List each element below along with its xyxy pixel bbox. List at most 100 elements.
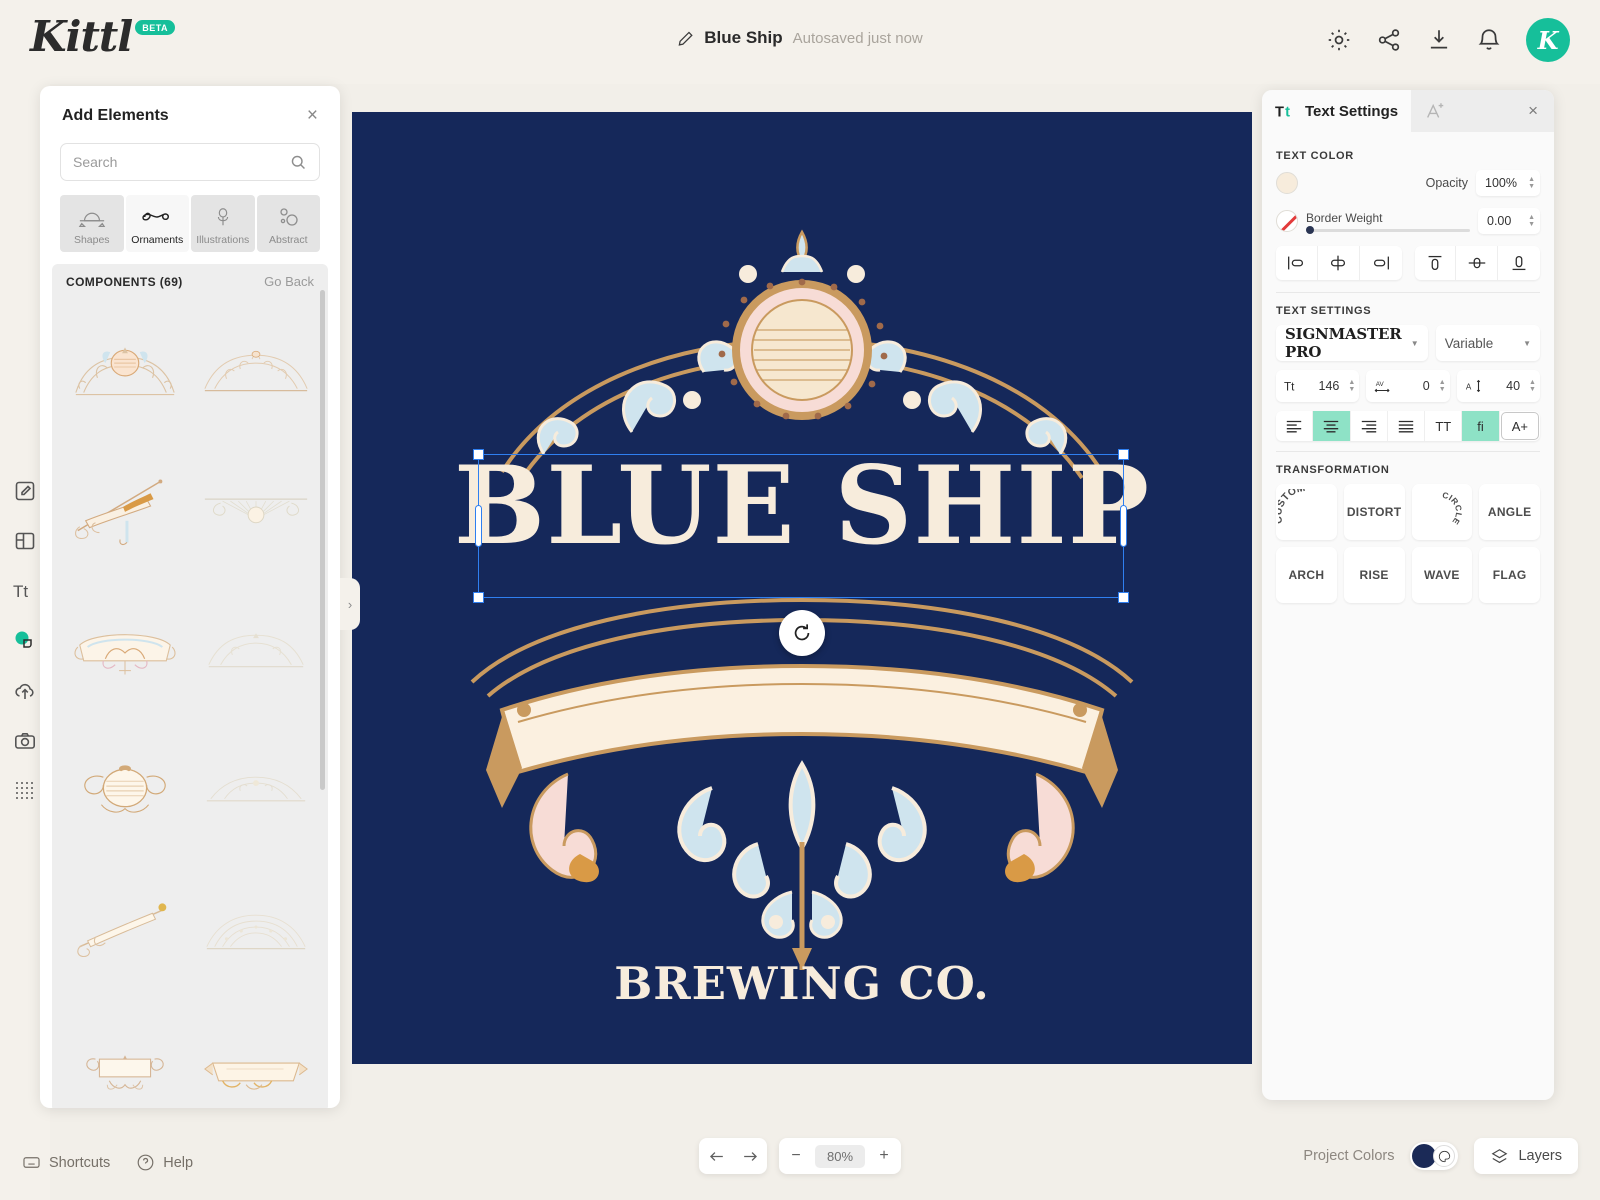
list-item[interactable] xyxy=(193,581,318,715)
letter-spacing-stepper[interactable]: ▲ ▼ xyxy=(1439,379,1446,393)
list-item[interactable] xyxy=(62,1001,187,1108)
font-variant-dropdown[interactable]: Variable ▼ xyxy=(1435,325,1540,361)
border-weight-stepper[interactable]: ▲ ▼ xyxy=(1528,214,1535,228)
circle-text-icon: CIRCLE xyxy=(1441,490,1463,527)
download-icon[interactable] xyxy=(1426,27,1452,53)
zoom-in-button[interactable]: + xyxy=(867,1138,901,1174)
font-size-field[interactable]: Tt 146 ▲ ▼ xyxy=(1276,370,1360,402)
text-align-center-button[interactable] xyxy=(1313,411,1351,441)
help-label: Help xyxy=(163,1154,194,1171)
search-icon xyxy=(291,155,305,169)
tab-shapes[interactable]: Shapes xyxy=(60,195,124,252)
text-align-left-button[interactable] xyxy=(1276,411,1314,441)
list-item[interactable] xyxy=(193,301,318,435)
rotate-handle[interactable] xyxy=(779,610,825,656)
align-v-middle-icon[interactable] xyxy=(1456,246,1499,280)
shortcuts-label: Shortcuts xyxy=(49,1154,111,1171)
tab-text-effects[interactable] xyxy=(1411,90,1460,132)
go-back-link[interactable]: Go Back xyxy=(264,274,314,289)
transform-wave[interactable]: WAVE xyxy=(1411,547,1473,603)
border-color-swatch[interactable] xyxy=(1276,210,1298,232)
panel-scrollbar[interactable] xyxy=(320,290,325,790)
letter-spacing-field[interactable]: AV 0 ▲ ▼ xyxy=(1366,370,1450,402)
sidebar-item-uploads[interactable] xyxy=(8,674,42,708)
sidebar-item-elements[interactable] xyxy=(8,624,42,658)
transform-angle[interactable]: ANGLE xyxy=(1479,484,1540,540)
tab-ornaments[interactable]: Ornaments xyxy=(125,195,189,252)
transform-circle-label: CIRCLE xyxy=(1441,490,1463,527)
app-logo[interactable]: Kittl BETA xyxy=(30,12,176,61)
uppercase-toggle-button[interactable]: TT xyxy=(1425,411,1463,441)
beta-badge: BETA xyxy=(135,20,176,35)
ornament-crown-crest xyxy=(74,347,175,396)
list-item[interactable] xyxy=(193,721,318,855)
text-color-swatch[interactable] xyxy=(1276,172,1298,194)
share-icon[interactable] xyxy=(1376,27,1402,53)
collapse-panel-handle[interactable]: › xyxy=(340,578,360,630)
zoom-level-value[interactable]: 80% xyxy=(814,1144,866,1168)
redo-button[interactable] xyxy=(733,1138,767,1174)
font-family-dropdown[interactable]: SIGNMASTER PRO ▼ xyxy=(1276,325,1428,361)
settings-icon[interactable] xyxy=(1326,27,1352,53)
sidebar-item-templates[interactable] xyxy=(8,524,42,558)
shortcuts-button[interactable]: Shortcuts xyxy=(22,1153,110,1172)
line-height-stepper[interactable]: ▲ ▼ xyxy=(1529,379,1536,393)
undo-button[interactable] xyxy=(699,1138,733,1174)
transform-arch[interactable]: ARCH xyxy=(1276,547,1337,603)
font-size-stepper[interactable]: ▲ ▼ xyxy=(1348,379,1355,393)
ornament-flat-crest xyxy=(206,776,305,802)
close-icon[interactable]: × xyxy=(307,106,318,125)
list-item[interactable] xyxy=(62,441,187,575)
list-item[interactable] xyxy=(62,581,187,715)
sidebar-item-patterns[interactable] xyxy=(8,774,42,808)
list-item[interactable] xyxy=(193,441,318,575)
history-controls xyxy=(698,1138,767,1174)
align-v-top-icon[interactable] xyxy=(1415,246,1457,280)
design-canvas[interactable]: BLUE SHIP BREWING CO. xyxy=(352,112,1252,1064)
list-item[interactable] xyxy=(62,301,187,435)
panel-title: Add Elements xyxy=(62,106,169,124)
notifications-icon[interactable] xyxy=(1476,27,1502,53)
tab-text-settings[interactable]: T t Text Settings xyxy=(1262,90,1412,132)
layers-button[interactable]: Layers xyxy=(1474,1138,1578,1174)
artwork-title-text[interactable]: BLUE SHIP xyxy=(352,452,1252,560)
search-field-wrap[interactable] xyxy=(60,143,320,181)
more-type-options-button[interactable]: A+ xyxy=(1500,412,1539,440)
align-h-right-icon[interactable] xyxy=(1360,246,1402,280)
border-weight-knob[interactable] xyxy=(1306,226,1314,234)
search-input[interactable] xyxy=(73,154,282,170)
user-avatar[interactable]: K xyxy=(1526,18,1570,62)
opacity-field[interactable]: 100% ▲ ▼ xyxy=(1476,170,1540,196)
align-v-bottom-icon[interactable] xyxy=(1498,246,1540,280)
zoom-out-button[interactable]: − xyxy=(779,1138,813,1174)
align-h-center-icon[interactable] xyxy=(1318,246,1360,280)
border-weight-slider[interactable] xyxy=(1306,226,1470,234)
transform-rise[interactable]: RISE xyxy=(1343,547,1405,603)
project-colors-toggle[interactable] xyxy=(1410,1142,1459,1170)
artwork-subtitle-text[interactable]: BREWING CO. xyxy=(352,957,1252,1010)
transform-flag[interactable]: FLAG xyxy=(1479,547,1540,603)
text-align-justify-button[interactable] xyxy=(1388,411,1426,441)
transform-distort[interactable]: DISTORT xyxy=(1343,484,1405,540)
list-item[interactable] xyxy=(193,1001,318,1108)
tab-abstract[interactable]: Abstract xyxy=(256,195,320,252)
list-item[interactable] xyxy=(193,861,318,995)
sidebar-item-design[interactable] xyxy=(8,474,42,508)
text-align-right-button[interactable] xyxy=(1351,411,1388,441)
border-weight-field[interactable]: 0.00 ▲ ▼ xyxy=(1478,208,1540,234)
help-button[interactable]: Help xyxy=(136,1153,193,1172)
custom-arc-icon: CUSTOM xyxy=(1278,489,1306,524)
sidebar-item-text[interactable]: Tt xyxy=(8,574,42,608)
align-h-left-icon[interactable] xyxy=(1276,246,1318,280)
list-item[interactable] xyxy=(62,721,187,855)
ligatures-toggle-button[interactable]: fi xyxy=(1462,411,1500,441)
transform-circle[interactable]: CIRCLE xyxy=(1411,484,1473,540)
list-item[interactable] xyxy=(62,861,187,995)
opacity-stepper[interactable]: ▲ ▼ xyxy=(1528,176,1535,190)
document-title-group[interactable]: Blue Ship Autosaved just now xyxy=(677,28,923,48)
line-height-field[interactable]: A 40 ▲ ▼ xyxy=(1456,370,1540,402)
transform-custom[interactable]: CUSTOM xyxy=(1276,484,1337,540)
close-icon[interactable]: × xyxy=(1512,90,1554,132)
tab-illustrations[interactable]: Illustrations xyxy=(191,195,255,252)
sidebar-item-photos[interactable] xyxy=(8,724,42,758)
